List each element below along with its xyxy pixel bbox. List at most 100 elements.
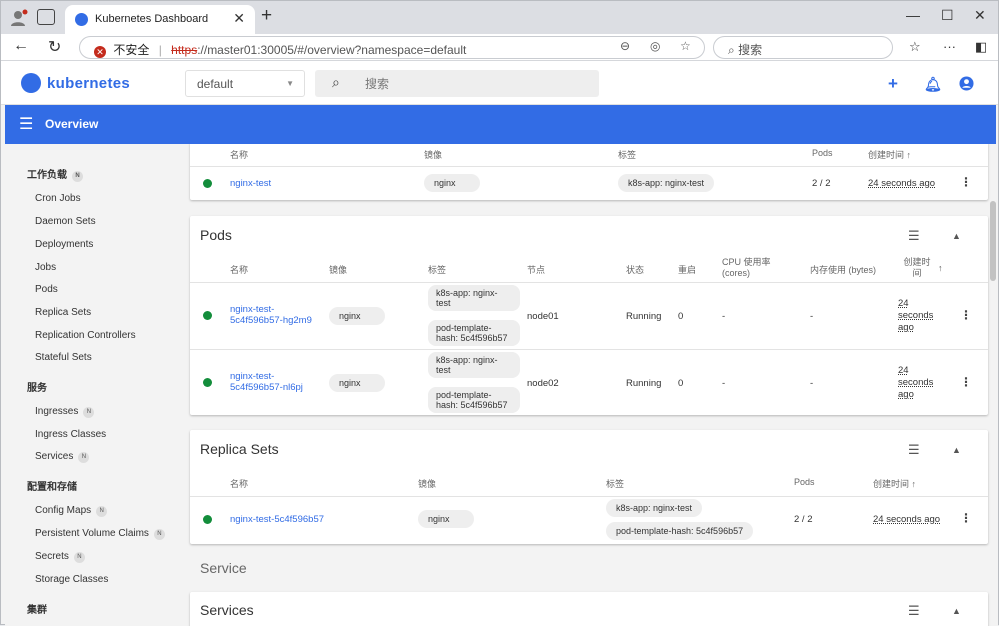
column-header-name[interactable]: 名称	[230, 477, 248, 490]
close-window-icon[interactable]: ✕	[974, 7, 986, 24]
node-name[interactable]: node01	[527, 311, 559, 322]
tab-actions-icon[interactable]	[37, 9, 55, 25]
namespaced-badge: N	[72, 171, 83, 182]
page-toolbar: ☰ Overview	[5, 105, 996, 144]
namespaced-badge: N	[96, 506, 108, 517]
column-header-status[interactable]: 状态	[626, 263, 644, 276]
not-secure-icon: ✕	[94, 46, 106, 58]
column-header-restarts: 重启	[678, 265, 697, 275]
sidebar: 工作负载 N Cron Jobs Daemon Sets Deployments …	[5, 144, 185, 626]
column-header-created[interactable]: 创建时间 ↑	[868, 148, 911, 161]
sidebar-item-services[interactable]: Services N	[35, 451, 90, 463]
close-tab-icon[interactable]: ✕	[233, 10, 245, 27]
column-header-created[interactable]: 创建时间	[900, 257, 934, 279]
more-actions-icon[interactable]: ⋮	[960, 375, 972, 389]
replica-sets-card-title: Replica Sets	[200, 441, 279, 457]
namespace-select[interactable]: default ▼	[185, 70, 305, 97]
column-header-image: 镜像	[424, 150, 443, 160]
column-header-created[interactable]: 创建时间 ↑	[873, 477, 916, 490]
sidebar-item-jobs[interactable]: Jobs	[35, 262, 56, 273]
collapse-icon[interactable]: ▲	[952, 231, 961, 241]
sidebar-item-ingresses[interactable]: Ingresses N	[35, 406, 95, 418]
replica-set-name-link[interactable]: nginx-test-5c4f596b57	[230, 514, 324, 525]
more-actions-icon[interactable]: ⋮	[960, 511, 972, 525]
brand-name[interactable]: kubernetes	[47, 75, 130, 92]
minimize-icon[interactable]: —	[906, 7, 920, 23]
namespace-value: default	[197, 77, 234, 91]
url-path: ://master01:30005/#/overview?namespace=d…	[197, 43, 467, 57]
image-chip: nginx	[418, 510, 474, 528]
more-icon[interactable]: ···	[943, 39, 956, 54]
favorite-star-icon[interactable]: ☆	[680, 39, 691, 53]
collapse-icon[interactable]: ▲	[952, 606, 961, 616]
favorites-icon[interactable]: ☆	[909, 39, 921, 55]
sidebar-item-stateful-sets[interactable]: Stateful Sets	[35, 352, 92, 363]
sidebar-heading-cluster[interactable]: 集群	[27, 601, 47, 616]
sidebar-item-pods[interactable]: Pods	[35, 284, 58, 295]
browser-tab[interactable]: Kubernetes Dashboard ✕	[65, 5, 255, 34]
menu-icon[interactable]: ☰	[19, 114, 33, 134]
column-header-name[interactable]: 名称	[230, 263, 248, 276]
sidebar-toggle-icon[interactable]: ◧	[975, 39, 987, 55]
refresh-icon[interactable]: ↻	[48, 37, 61, 57]
restart-count: 0	[678, 311, 684, 322]
column-header-pods: Pods	[812, 148, 833, 158]
sidebar-item-cron-jobs[interactable]: Cron Jobs	[35, 193, 81, 204]
maximize-icon[interactable]: ☐	[941, 7, 954, 24]
label-chip: k8s-app: nginx-test	[428, 352, 520, 378]
page-title: Overview	[45, 117, 99, 131]
sidebar-item-persistent-volume-claims[interactable]: Persistent Volume Claims N	[35, 528, 165, 540]
sort-ascending-icon[interactable]: ↑	[938, 263, 943, 273]
notifications-bell-icon[interactable]: 🔔︎	[924, 76, 942, 93]
back-icon[interactable]: ←	[13, 37, 29, 55]
services-card-title: Services	[200, 602, 254, 618]
sidebar-item-ingress-classes[interactable]: Ingress Classes	[35, 429, 106, 440]
column-header-memory: 内存使用 (bytes)	[810, 265, 877, 275]
more-actions-icon[interactable]: ⋮	[960, 308, 972, 322]
more-actions-icon[interactable]: ⋮	[960, 175, 972, 189]
sidebar-item-daemon-sets[interactable]: Daemon Sets	[35, 216, 96, 227]
node-name[interactable]: node02	[527, 378, 559, 389]
cpu-usage: -	[722, 378, 726, 389]
sidebar-heading-config[interactable]: 配置和存储	[27, 478, 77, 493]
sidebar-item-storage-classes[interactable]: Storage Classes	[35, 574, 108, 585]
url-separator: |	[158, 43, 162, 57]
status-running-icon	[203, 311, 212, 320]
namespaced-badge: N	[73, 552, 85, 563]
sidebar-item-replica-sets[interactable]: Replica Sets	[35, 307, 91, 318]
pod-name-link[interactable]: nginx-test-5c4f596b57-hg2m9	[230, 304, 325, 326]
deployment-name-link[interactable]: nginx-test	[230, 178, 271, 189]
sidebar-heading-workloads[interactable]: 工作负载 N	[27, 166, 83, 182]
browser-search-field[interactable]: ⌕ 搜索	[713, 36, 893, 59]
status-running-icon	[203, 378, 212, 387]
sidebar-item-deployments[interactable]: Deployments	[35, 239, 93, 250]
status-running-icon	[203, 179, 212, 188]
divider	[190, 496, 988, 497]
url-field[interactable]: ✕ 不安全 | https://master01:30005/#/overvie…	[79, 36, 705, 59]
column-header-name[interactable]: 名称	[230, 148, 248, 161]
new-tab-icon[interactable]: +	[261, 5, 272, 27]
sidebar-heading-service[interactable]: 服务	[27, 379, 47, 394]
create-resource-icon[interactable]: +	[888, 74, 898, 94]
filter-icon[interactable]: ☰	[908, 442, 920, 458]
account-icon[interactable]	[959, 76, 974, 91]
sidebar-item-config-maps[interactable]: Config Maps N	[35, 505, 108, 517]
pods-count: 2 / 2	[794, 514, 813, 525]
kubernetes-logo-icon[interactable]	[21, 73, 41, 93]
security-label: 不安全	[113, 43, 150, 57]
sidebar-item-secrets[interactable]: Secrets N	[35, 551, 85, 563]
pod-name-link[interactable]: nginx-test-5c4f596b57-nl6pj	[230, 371, 325, 393]
column-header-node[interactable]: 节点	[527, 263, 545, 276]
sidebar-item-replication-controllers[interactable]: Replication Controllers	[35, 330, 136, 341]
zoom-icon[interactable]: ⊖	[620, 39, 630, 53]
column-header-labels: 标签	[428, 265, 447, 275]
pod-status: Running	[626, 311, 662, 322]
collapse-icon[interactable]: ▲	[952, 445, 961, 455]
profile-icon[interactable]	[10, 8, 30, 28]
filter-icon[interactable]: ☰	[908, 603, 920, 619]
app-search-input[interactable]: ⌕ 搜索	[315, 70, 599, 97]
filter-icon[interactable]: ☰	[908, 228, 920, 244]
read-aloud-icon[interactable]: ◎	[650, 39, 660, 53]
scrollbar[interactable]	[990, 201, 996, 281]
created-time: 24 seconds ago	[868, 178, 936, 189]
